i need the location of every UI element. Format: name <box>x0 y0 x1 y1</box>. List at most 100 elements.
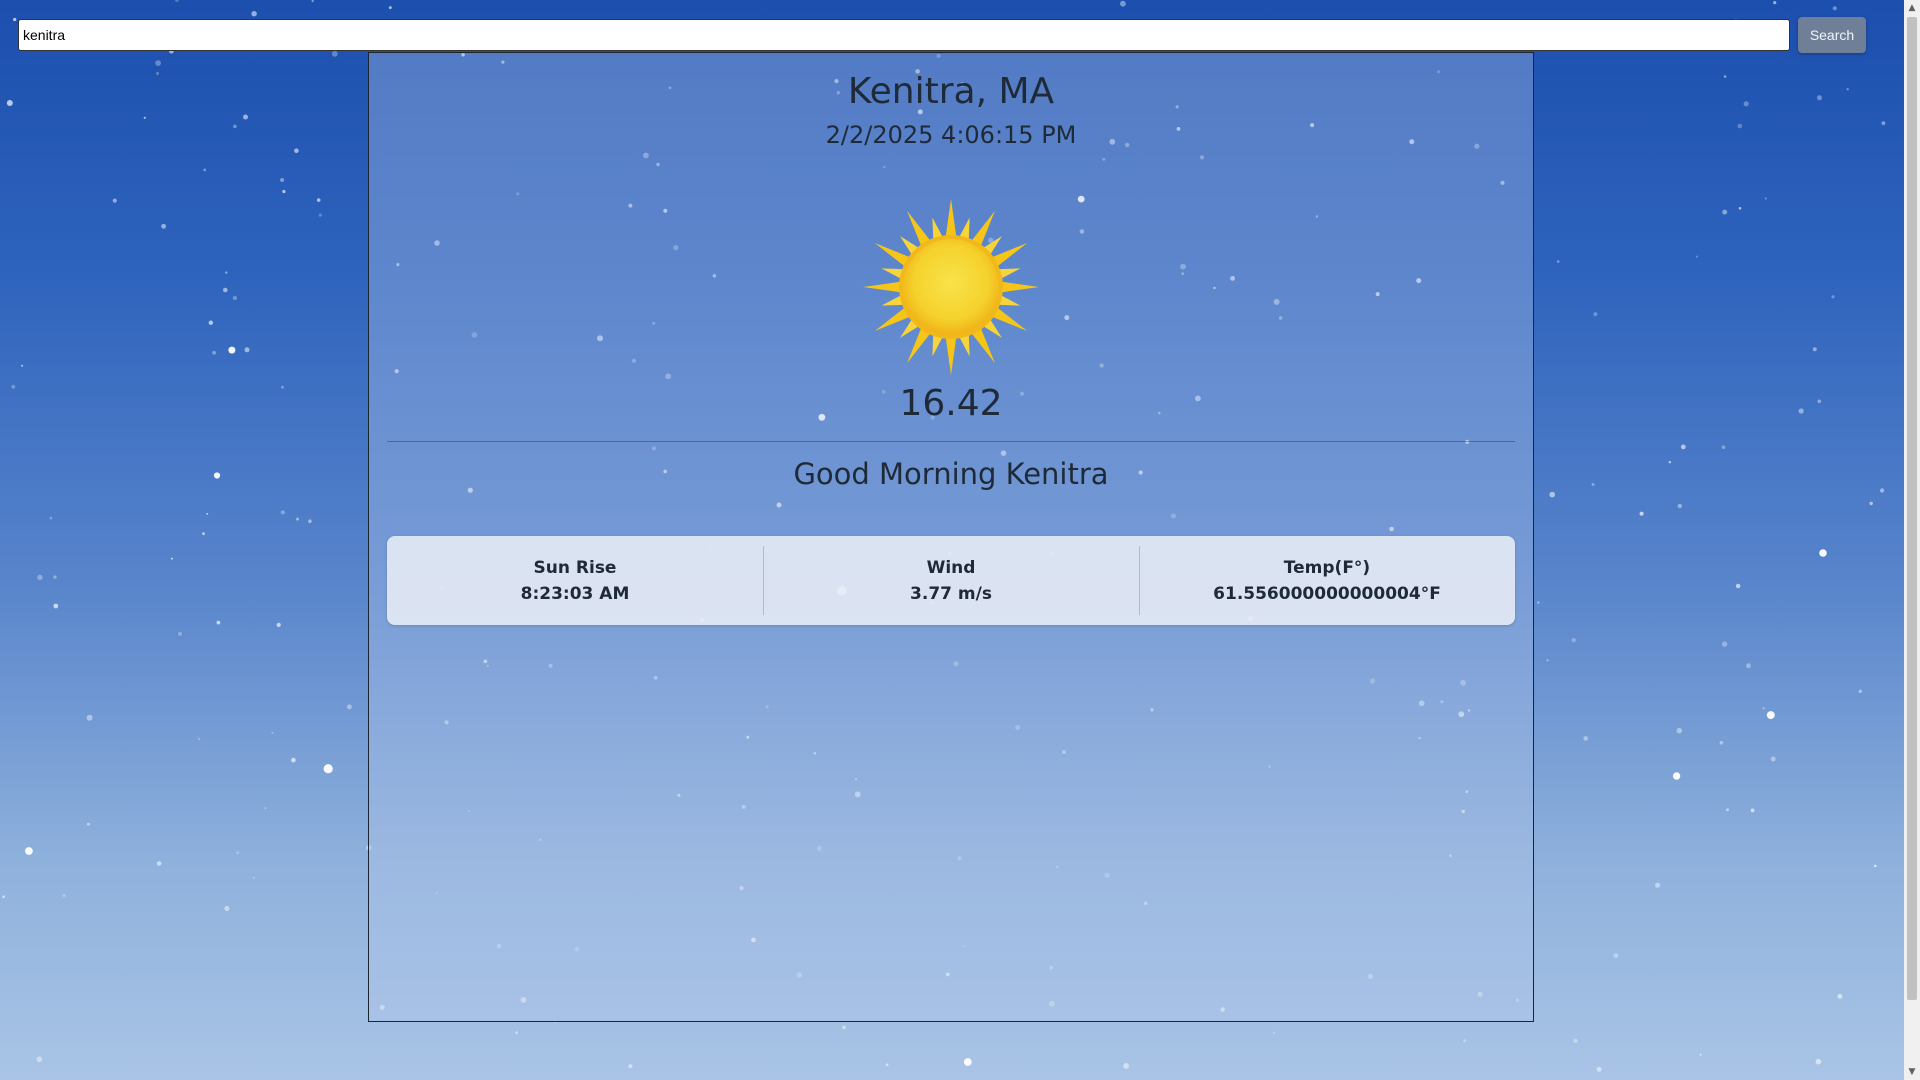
snowflake <box>1596 1066 1602 1072</box>
snowflake <box>233 124 237 129</box>
snowflake <box>2 895 5 898</box>
snowflake <box>244 347 250 353</box>
snowflake <box>228 346 236 354</box>
snowflake <box>1881 121 1886 126</box>
snowflake <box>1869 501 1873 506</box>
snowflake <box>1737 123 1743 129</box>
snowflake <box>282 189 286 194</box>
snowflake <box>963 1058 972 1066</box>
snowflake <box>161 223 167 229</box>
snowflake <box>1817 95 1822 101</box>
snowflake <box>216 620 221 625</box>
snowflake <box>206 512 209 515</box>
scroll-up-arrow-icon[interactable]: ▲ <box>1904 0 1920 16</box>
snowflake <box>1831 295 1835 299</box>
snowflake <box>1766 711 1775 720</box>
weather-panel: Kenitra, MA 2/2/2025 4:06:15 PM 16.42 Go… <box>368 52 1534 1022</box>
snowflake <box>281 385 284 389</box>
snowflake <box>1591 483 1595 486</box>
search-input[interactable] <box>18 19 1790 51</box>
snowflake <box>1815 1058 1822 1065</box>
snowflake <box>1846 88 1849 91</box>
snowflake <box>1832 6 1837 11</box>
stat-label: Wind <box>926 557 976 578</box>
vertical-scrollbar[interactable]: ▲ ▼ <box>1904 0 1920 1080</box>
stat-wind: Wind 3.77 m/s <box>763 536 1139 625</box>
snowflake <box>1556 260 1560 263</box>
snowflake <box>225 271 228 274</box>
scroll-thumb[interactable] <box>1907 17 1917 1000</box>
snowflake <box>1858 689 1863 693</box>
snowflake <box>1680 444 1686 450</box>
snowflake <box>1812 347 1817 352</box>
snowflake <box>213 472 221 479</box>
search-button[interactable]: Search <box>1798 17 1866 53</box>
snowflake <box>1738 207 1742 210</box>
snowflake <box>170 557 173 560</box>
snowflake <box>224 905 230 912</box>
snowflake <box>1770 756 1776 762</box>
snowflake <box>1719 740 1724 745</box>
stats-card: Sun Rise 8:23:03 AM Wind 3.77 m/s Temp(F… <box>387 536 1515 625</box>
stat-label: Sun Rise <box>533 557 617 578</box>
snowflake <box>203 168 207 172</box>
snowflake <box>236 851 240 855</box>
snowflake <box>1721 641 1728 647</box>
scroll-down-arrow-icon[interactable]: ▼ <box>1904 1064 1920 1080</box>
stat-value: 61.556000000000004°F <box>1213 583 1441 604</box>
snowflake <box>311 0 314 3</box>
snowflake <box>323 764 333 774</box>
snowflake <box>1798 408 1804 414</box>
snowflake <box>1672 772 1681 780</box>
snowflake <box>36 1056 43 1063</box>
snowflake <box>1873 864 1877 868</box>
snowflake <box>1699 1053 1702 1056</box>
snowflake <box>291 757 296 763</box>
snowflake <box>37 574 43 581</box>
snowflake <box>280 510 285 515</box>
snowflake <box>294 148 299 153</box>
sun-icon <box>863 199 1039 375</box>
snowflake <box>11 384 16 389</box>
snowflake <box>264 807 267 810</box>
snowflake <box>1123 1063 1129 1069</box>
snowflake <box>1573 1038 1578 1044</box>
snowflake <box>143 116 146 119</box>
search-bar: Search <box>18 17 1868 53</box>
snowflake <box>842 1025 846 1030</box>
snowflake <box>1762 707 1765 710</box>
snowflake <box>13 17 17 22</box>
snowflake <box>1583 736 1588 741</box>
snowflake <box>1677 503 1683 509</box>
snowflake <box>86 714 93 721</box>
snowflake <box>25 847 33 855</box>
snowflake <box>112 198 117 203</box>
snowflake <box>49 516 53 520</box>
snowflake <box>21 364 24 367</box>
stat-value: 8:23:03 AM <box>520 583 630 604</box>
snowflake <box>885 1063 889 1067</box>
snowflake <box>1639 511 1644 516</box>
snowflake <box>1463 1039 1467 1043</box>
snowflake <box>280 178 285 182</box>
snowflake <box>251 11 257 17</box>
snowflake <box>1722 209 1728 215</box>
city-title: Kenitra, MA <box>847 71 1055 112</box>
snowflake <box>156 861 162 866</box>
date-time: 2/2/2025 4:06:15 PM <box>825 121 1077 149</box>
snowflake <box>155 71 160 76</box>
snowflake <box>1746 663 1751 669</box>
snowflake <box>208 320 213 325</box>
snowflake <box>86 822 90 826</box>
snowflake <box>1879 488 1885 493</box>
divider <box>387 441 1515 442</box>
stat-value: 3.77 m/s <box>910 583 992 604</box>
stat-temp-f: Temp(F°) 61.556000000000004°F <box>1139 536 1515 625</box>
snowflake <box>308 519 312 523</box>
snowflake <box>198 737 201 740</box>
snowflake <box>62 894 66 897</box>
snowflake <box>1668 461 1672 464</box>
snowflake <box>1613 953 1619 959</box>
snowflake <box>1764 197 1767 200</box>
stat-sunrise: Sun Rise 8:23:03 AM <box>387 536 763 625</box>
